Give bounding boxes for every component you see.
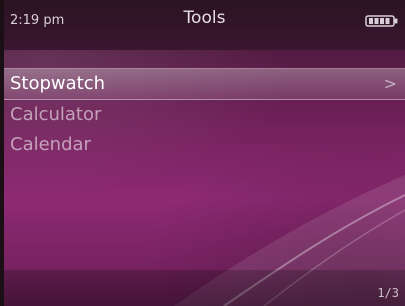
- menu-item-stopwatch[interactable]: Stopwatch >: [4, 68, 405, 100]
- chevron-right-icon: >: [383, 74, 397, 93]
- menu-item-calculator[interactable]: Calculator: [4, 100, 405, 130]
- status-bar: 2:19 pm Tools: [4, 0, 405, 50]
- tools-menu: Stopwatch > Calculator Calendar: [4, 68, 405, 160]
- device-screen: 2:19 pm Tools Stopwatch > Calculator Cal…: [4, 0, 405, 306]
- battery-icon: [365, 15, 398, 27]
- menu-item-label: Calendar: [10, 134, 91, 155]
- menu-item-label: Stopwatch: [10, 73, 106, 94]
- menu-item-label: Calculator: [10, 104, 102, 125]
- menu-item-calendar[interactable]: Calendar: [4, 130, 405, 160]
- bottom-bar: 1/3: [4, 270, 405, 306]
- page-indicator: 1/3: [377, 286, 399, 300]
- page-title: Tools: [183, 8, 226, 28]
